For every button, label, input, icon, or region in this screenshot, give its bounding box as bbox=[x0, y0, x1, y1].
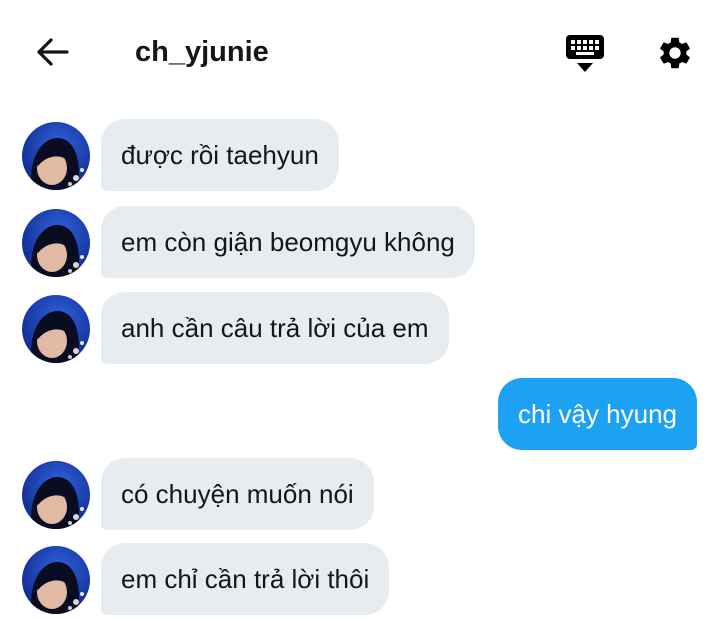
keyboard-toggle-button[interactable] bbox=[560, 28, 610, 78]
message-bubble-incoming[interactable]: anh cần câu trả lời của em bbox=[101, 292, 449, 364]
message-row: có chuyện muốn nói bbox=[0, 458, 720, 530]
message-bubble-outgoing[interactable]: chi vậy hyung bbox=[498, 378, 697, 450]
avatar[interactable] bbox=[22, 461, 90, 529]
gear-icon bbox=[660, 37, 690, 69]
arrow-left-icon bbox=[37, 38, 69, 66]
back-button[interactable] bbox=[30, 30, 74, 74]
message-bubble-incoming[interactable]: được rồi taehyun bbox=[101, 119, 339, 191]
avatar-photo-icon bbox=[22, 122, 90, 190]
avatar[interactable] bbox=[22, 546, 90, 614]
avatar-photo-icon bbox=[22, 546, 90, 614]
avatar[interactable] bbox=[22, 295, 90, 363]
message-row: chi vậy hyung bbox=[0, 378, 720, 450]
avatar[interactable] bbox=[22, 122, 90, 190]
message-bubble-incoming[interactable]: có chuyện muốn nói bbox=[101, 458, 374, 530]
message-row: em còn giận beomgyu không bbox=[0, 206, 720, 278]
chat-header: ch_yjunie bbox=[0, 0, 720, 104]
message-row: được rồi taehyun bbox=[0, 119, 720, 191]
message-row: em chỉ cần trả lời thôi bbox=[0, 543, 720, 615]
settings-button[interactable] bbox=[650, 28, 700, 78]
avatar[interactable] bbox=[22, 209, 90, 277]
avatar-photo-icon bbox=[22, 461, 90, 529]
message-bubble-incoming[interactable]: em còn giận beomgyu không bbox=[101, 206, 475, 278]
avatar-photo-icon bbox=[22, 295, 90, 363]
message-bubble-incoming[interactable]: em chỉ cần trả lời thôi bbox=[101, 543, 390, 615]
keyboard-hide-icon bbox=[566, 35, 604, 72]
avatar-photo-icon bbox=[22, 209, 90, 277]
conversation-title: ch_yjunie bbox=[135, 36, 269, 68]
message-row: anh cần câu trả lời của em bbox=[0, 292, 720, 364]
